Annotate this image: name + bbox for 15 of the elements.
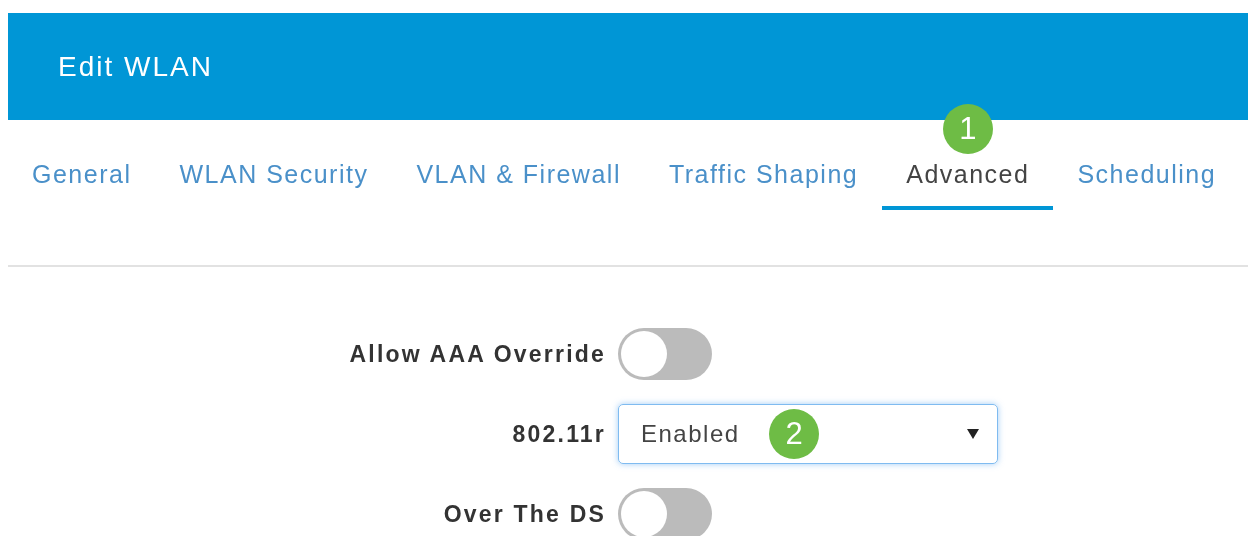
field-label: Allow AAA Override xyxy=(349,340,606,368)
tab[interactable]: Scheduling xyxy=(1053,120,1241,210)
field-label: Over The DS xyxy=(443,500,606,528)
field-label: 802.11r xyxy=(512,420,606,448)
tab[interactable]: VLAN & Firewall xyxy=(392,120,645,210)
tab[interactable]: General xyxy=(8,120,156,210)
toggle-switch[interactable] xyxy=(618,488,712,536)
tab[interactable]: Traffic Shaping xyxy=(644,120,883,210)
caret-icon xyxy=(967,429,979,439)
tab[interactable]: WLAN Security xyxy=(155,120,393,210)
dialog-title: Edit WLAN xyxy=(58,50,213,83)
select-field[interactable]: Enabled 2 xyxy=(618,404,998,464)
callout-badge: 2 xyxy=(769,409,819,459)
callout-badge: 1 xyxy=(942,104,993,154)
toggle-switch[interactable] xyxy=(618,328,712,380)
